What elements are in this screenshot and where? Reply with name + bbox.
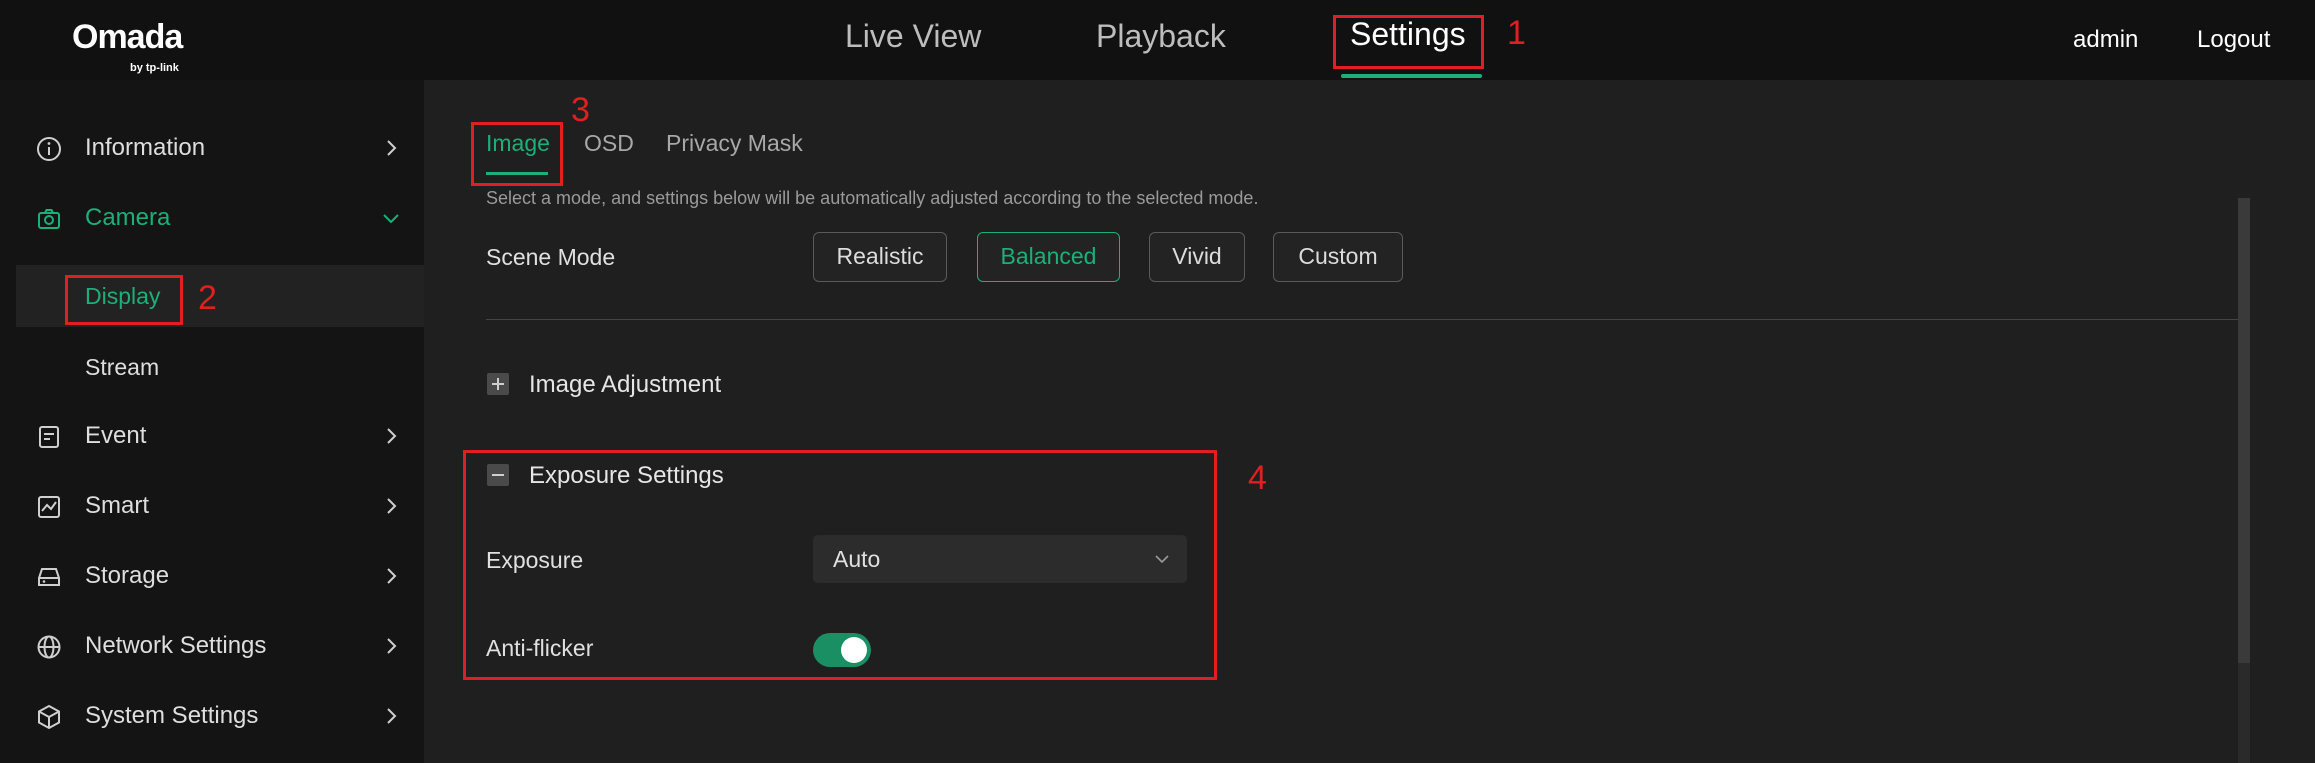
annotation-box-1 xyxy=(1333,15,1484,69)
globe-icon xyxy=(37,635,61,659)
chevron-right-icon xyxy=(387,708,397,724)
sidebar-item-network-settings[interactable]: Network Settings xyxy=(0,618,424,674)
chevron-right-icon xyxy=(387,428,397,444)
annotation-number-2: 2 xyxy=(198,279,217,317)
chevron-right-icon xyxy=(387,140,397,156)
scrollbar[interactable] xyxy=(2238,198,2250,763)
annotation-box-3 xyxy=(471,122,563,186)
sidebar-item-label: Network Settings xyxy=(85,632,267,659)
sidebar-item-label: Camera xyxy=(85,204,171,231)
section-divider xyxy=(486,319,2238,320)
system-icon xyxy=(38,704,60,730)
scene-mode-balanced-button[interactable]: Balanced xyxy=(977,232,1120,282)
tab-osd[interactable]: OSD xyxy=(584,130,634,157)
logout-link[interactable]: Logout xyxy=(2197,26,2270,54)
nav-tab-live-view[interactable]: Live View xyxy=(845,18,981,55)
omada-logo[interactable]: Omada by tp-link xyxy=(72,18,202,74)
tab-privacy-mask[interactable]: Privacy Mask xyxy=(666,130,803,157)
sidebar-item-camera[interactable]: Camera xyxy=(0,190,424,246)
sidebar-item-label: System Settings xyxy=(85,702,259,729)
chevron-right-icon xyxy=(387,568,397,584)
smart-icon xyxy=(38,496,60,518)
event-icon xyxy=(39,426,59,448)
sidebar: Information Camera Display Stream Event … xyxy=(0,80,424,763)
sidebar-item-label: Event xyxy=(85,422,147,449)
info-icon xyxy=(37,137,61,161)
expand-plus-icon[interactable] xyxy=(487,373,509,395)
top-bar: Omada by tp-link Live View Playback Sett… xyxy=(0,0,2315,80)
chevron-down-icon xyxy=(383,214,399,224)
annotation-number-4: 4 xyxy=(1248,459,1267,497)
sidebar-item-system-settings[interactable]: System Settings xyxy=(0,688,424,744)
chevron-right-icon xyxy=(387,638,397,654)
logo-subtext: by tp-link xyxy=(130,62,179,74)
scene-mode-custom-button[interactable]: Custom xyxy=(1273,232,1403,282)
logo-text: Omada xyxy=(72,18,183,56)
sidebar-item-label: Storage xyxy=(85,562,170,589)
storage-icon xyxy=(38,568,60,586)
scene-mode-vivid-button[interactable]: Vivid xyxy=(1149,232,1245,282)
user-name[interactable]: admin xyxy=(2073,26,2138,54)
scene-mode-description: Select a mode, and settings below will b… xyxy=(486,188,1259,208)
camera-icon xyxy=(38,209,60,229)
annotation-box-4 xyxy=(463,450,1217,680)
annotation-box-2 xyxy=(65,275,183,325)
sidebar-item-storage[interactable]: Storage xyxy=(0,548,424,604)
chevron-right-icon xyxy=(387,498,397,514)
nav-active-indicator xyxy=(1341,74,1482,78)
image-adjustment-title[interactable]: Image Adjustment xyxy=(529,371,721,399)
sidebar-subitem-label: Stream xyxy=(85,354,160,380)
sidebar-item-information[interactable]: Information xyxy=(0,120,424,176)
annotation-number-3: 3 xyxy=(571,91,590,129)
app-window: Omada by tp-link Live View Playback Sett… xyxy=(0,0,2315,763)
sidebar-subitem-stream[interactable]: Stream xyxy=(16,336,424,398)
scrollbar-thumb[interactable] xyxy=(2238,198,2250,663)
sidebar-item-label: Information xyxy=(85,134,206,161)
sidebar-item-label: Smart xyxy=(85,492,150,519)
nav-tab-playback[interactable]: Playback xyxy=(1096,18,1226,55)
sidebar-item-event[interactable]: Event xyxy=(0,408,424,464)
scene-mode-realistic-button[interactable]: Realistic xyxy=(813,232,947,282)
scene-mode-label: Scene Mode xyxy=(486,244,616,270)
sidebar-item-smart[interactable]: Smart xyxy=(0,478,424,534)
annotation-number-1: 1 xyxy=(1507,14,1526,52)
